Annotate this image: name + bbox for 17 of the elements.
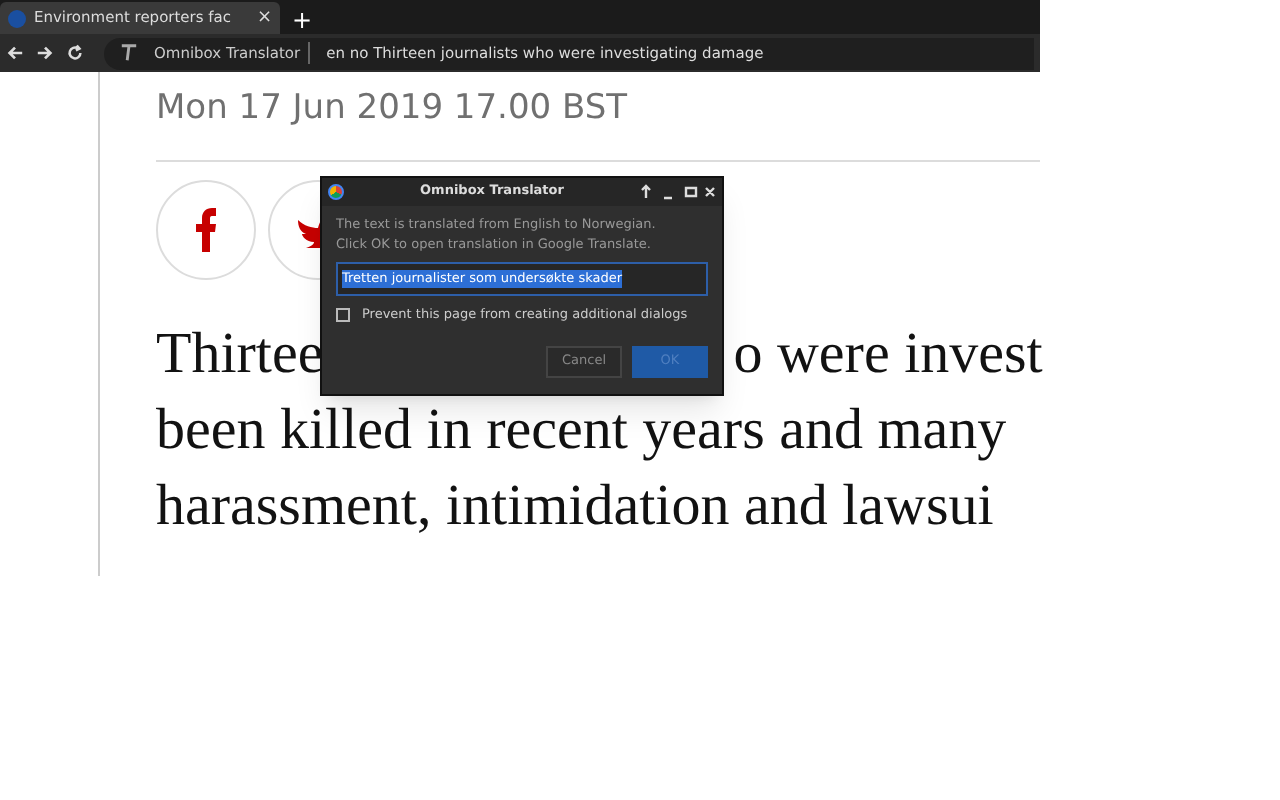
text-t-icon	[120, 44, 138, 62]
article-text: harassment, intimidation and lawsui	[156, 471, 994, 541]
site-icon	[8, 9, 26, 27]
app-icon	[328, 184, 344, 200]
article-text: o were invest	[733, 319, 1043, 389]
close-icon[interactable]: ×	[256, 9, 272, 27]
back-icon[interactable]	[6, 44, 24, 62]
facebook-share-button[interactable]	[156, 179, 256, 279]
reload-icon[interactable]	[66, 44, 84, 62]
checkbox[interactable]	[336, 308, 350, 323]
letter-f-icon	[194, 207, 218, 251]
new-tab-button[interactable]: +	[292, 8, 313, 32]
article-date: Mon 17 Jun 2019 17.00 BST	[156, 86, 630, 132]
article-text: Thirtee	[156, 319, 324, 389]
article-text: been killed in recent years and many	[156, 395, 1007, 465]
forward-icon[interactable]	[36, 44, 54, 62]
window-controls-icon[interactable]	[640, 184, 716, 200]
